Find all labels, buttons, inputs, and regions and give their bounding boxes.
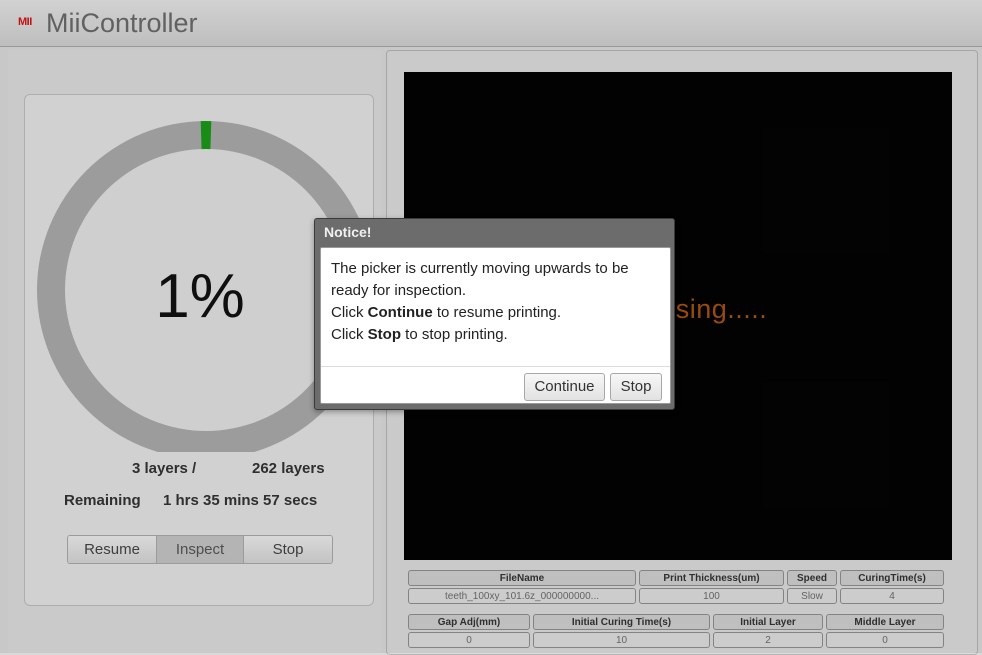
dialog-message-line: The picker is currently moving upwards t… xyxy=(331,260,629,299)
notice-dialog: Notice! The picker is currently moving u… xyxy=(314,218,675,410)
dialog-title: Notice! xyxy=(324,224,372,240)
continue-button[interactable]: Continue xyxy=(524,373,605,401)
dialog-footer: Continue Stop xyxy=(321,366,670,404)
dialog-body: The picker is currently moving upwards t… xyxy=(320,247,671,404)
dialog-message: The picker is currently moving upwards t… xyxy=(331,258,666,346)
dialog-continue-instruction: Click Continue to resume printing. xyxy=(331,304,562,321)
dialog-stop-button[interactable]: Stop xyxy=(610,373,662,401)
dialog-stop-instruction: Click Stop to stop printing. xyxy=(331,326,508,343)
